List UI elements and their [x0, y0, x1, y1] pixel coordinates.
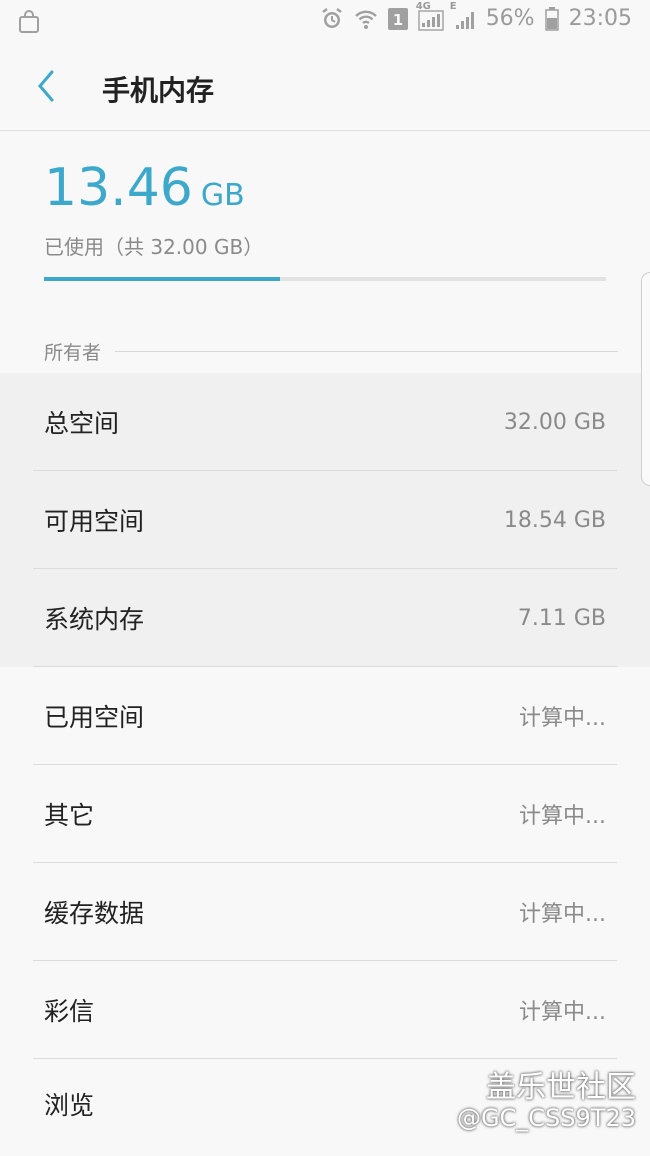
row-system-memory[interactable]: 系统内存 7.11 GB [0, 569, 650, 667]
row-cached-data[interactable]: 缓存数据 计算中... [0, 863, 650, 961]
row-value: 32.00 GB [503, 409, 606, 435]
section-divider [115, 351, 618, 352]
signal-e-icon: E [450, 1, 476, 31]
row-label: 已用空间 [44, 703, 145, 732]
used-storage-value: 13.46 [44, 158, 193, 218]
storage-progress-bar [44, 277, 606, 281]
row-label: 缓存数据 [44, 899, 145, 928]
row-label: 彩信 [44, 997, 95, 1026]
alarm-icon [320, 7, 344, 31]
row-label: 其它 [44, 801, 95, 830]
row-value: 计算中... [519, 1000, 606, 1025]
row-label: 浏览 [44, 1091, 95, 1120]
watermark-handle: @GC_CSS9T23 [456, 1104, 636, 1132]
row-value: 18.54 GB [503, 507, 606, 533]
battery-percent: 56% [485, 6, 535, 31]
row-mms[interactable]: 彩信 计算中... [0, 961, 650, 1059]
row-value: 7.11 GB [517, 605, 606, 631]
clock: 23:05 [568, 6, 632, 31]
section-label: 所有者 [44, 342, 102, 364]
signal-4g-icon: 4G [416, 1, 444, 31]
row-label: 总空间 [44, 409, 120, 438]
storage-list: 总空间 32.00 GB 可用空间 18.54 GB 系统内存 7.11 GB … [0, 373, 650, 1149]
section-header: 所有者 [44, 338, 618, 365]
battery-icon [544, 6, 559, 31]
app-bar: 手机内存 [0, 44, 650, 131]
scroll-handle[interactable] [641, 272, 650, 486]
row-label: 可用空间 [44, 507, 145, 536]
svg-text:1: 1 [392, 11, 402, 29]
row-value: 计算中... [519, 902, 606, 927]
wifi-icon [354, 7, 378, 31]
page-title: 手机内存 [102, 74, 215, 107]
storage-progress-fill [44, 277, 281, 281]
status-bar: 1 4G E 56% 23:05 [0, 0, 650, 44]
row-value: 计算中... [519, 804, 606, 829]
row-label: 系统内存 [44, 605, 145, 634]
chevron-left-icon[interactable] [30, 66, 70, 110]
watermark-title: 盖乐世社区 [486, 1070, 636, 1105]
row-used-space[interactable]: 已用空间 计算中... [0, 667, 650, 765]
storage-summary: 13.46 GB [44, 162, 245, 214]
used-storage-unit: GB [200, 178, 245, 213]
row-other[interactable]: 其它 计算中... [0, 765, 650, 863]
shopping-bag-icon [18, 10, 40, 38]
row-available-space[interactable]: 可用空间 18.54 GB [0, 471, 650, 569]
sim1-icon: 1 [387, 7, 408, 30]
row-value: 计算中... [519, 706, 606, 731]
row-total-space[interactable]: 总空间 32.00 GB [0, 373, 650, 471]
used-storage-caption: 已使用（共 32.00 GB） [44, 235, 264, 259]
